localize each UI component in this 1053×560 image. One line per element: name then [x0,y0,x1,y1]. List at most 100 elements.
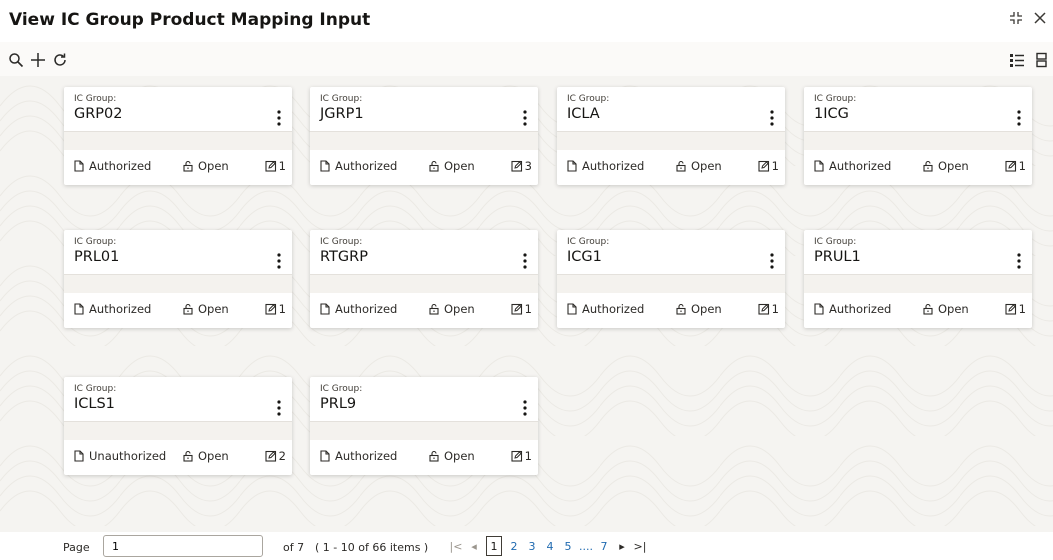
record-card[interactable]: IC Group: ICG1 Authorized Open 1 [557,230,785,328]
more-options-icon[interactable] [767,109,777,127]
record-card[interactable]: IC Group: PRL9 Authorized Open 1 [310,377,538,475]
card-field-label: IC Group: [814,237,857,247]
card-field-label: IC Group: [814,94,857,104]
record-card[interactable]: IC Group: ICLS1 Unauthorized Open 2 [64,377,292,475]
page-link[interactable]: 5 [559,536,577,556]
lock-status: Open [675,159,722,173]
status-text: Authorized [829,302,892,316]
lock-status: Open [428,449,475,463]
record-card[interactable]: IC Group: JGRP1 Authorized Open 3 [310,87,538,185]
lock-text: Open [444,302,475,316]
edit-icon [265,160,276,172]
status-badge: Authorized [73,159,151,173]
edit-icon [511,303,522,315]
more-options-icon[interactable] [274,109,284,127]
refresh-icon[interactable] [52,52,68,68]
record-card[interactable]: IC Group: ICLA Authorized Open 1 [557,87,785,185]
record-card[interactable]: IC Group: GRP02 Authorized Open 1 [64,87,292,185]
more-options-icon[interactable] [520,399,530,417]
edit-icon [758,160,769,172]
page-link[interactable]: 3 [523,536,541,556]
lock-status: Open [182,302,229,316]
edit-icon [1005,160,1016,172]
modification-count: 1 [265,159,286,173]
close-icon[interactable] [1033,11,1047,25]
lock-status: Open [428,159,475,173]
modification-count: 3 [511,159,532,173]
lock-text: Open [691,159,722,173]
record-card[interactable]: IC Group: PRUL1 Authorized Open 1 [804,230,1032,328]
lock-open-icon [923,303,933,315]
status-badge: Authorized [813,302,891,316]
card-field-value: 1ICG [814,106,849,122]
card-field-label: IC Group: [567,237,610,247]
modification-count: 1 [1005,302,1026,316]
more-options-icon[interactable] [520,109,530,127]
tile-view-icon[interactable] [1035,52,1051,68]
document-icon [567,303,577,315]
document-icon [814,303,824,315]
card-field-label: IC Group: [320,94,363,104]
document-icon [320,303,330,315]
modification-count: 2 [265,449,286,463]
more-options-icon[interactable] [274,399,284,417]
lock-text: Open [938,159,969,173]
document-icon [74,450,84,462]
card-field-value: PRUL1 [814,249,861,265]
card-divider [804,274,1032,293]
card-divider [64,274,292,293]
page-input[interactable] [103,535,263,557]
card-field-value: GRP02 [74,106,123,122]
record-card[interactable]: IC Group: RTGRP Authorized Open 1 [310,230,538,328]
window-header: View IC Group Product Mapping Input [0,0,1053,42]
page-ellipsis: .... [579,539,593,553]
current-page[interactable]: 1 [486,536,502,556]
card-footer: Authorized Open 1 [64,292,292,328]
lock-open-icon [183,450,193,462]
prev-page-button[interactable]: ◂ [465,536,483,556]
more-options-icon[interactable] [1014,109,1024,127]
lock-status: Open [922,159,969,173]
next-page-button[interactable]: ▸ [613,536,631,556]
page-link[interactable]: 7 [595,536,613,556]
item-range: ( 1 - 10 of 66 items ) [315,541,429,554]
card-field-label: IC Group: [567,94,610,104]
list-view-icon[interactable] [1009,52,1025,68]
edit-icon [511,160,522,172]
more-options-icon[interactable] [520,252,530,270]
lock-text: Open [198,449,229,463]
minimize-icon[interactable] [1009,11,1023,25]
window-controls [1009,11,1047,25]
more-options-icon[interactable] [1014,252,1024,270]
last-page-button[interactable]: >| [631,536,649,556]
modification-count: 1 [758,302,779,316]
record-card[interactable]: IC Group: PRL01 Authorized Open 1 [64,230,292,328]
record-card[interactable]: IC Group: 1ICG Authorized Open 1 [804,87,1032,185]
page-nav: |< ◂ 1 2 3 4 5 .... 7 ▸ >| [447,536,649,556]
lock-status: Open [922,302,969,316]
card-area: IC Group: GRP02 Authorized Open 1 IC Group: JG… [0,76,1053,560]
lock-status: Open [428,302,475,316]
status-text: Authorized [335,302,398,316]
card-footer: Unauthorized Open 2 [64,439,292,475]
more-options-icon[interactable] [274,252,284,270]
lock-open-icon [676,303,686,315]
more-options-icon[interactable] [767,252,777,270]
card-field-label: IC Group: [74,237,117,247]
lock-open-icon [923,160,933,172]
document-icon [567,160,577,172]
page-label: Page [63,541,90,554]
lock-text: Open [198,159,229,173]
first-page-button[interactable]: |< [447,536,465,556]
card-field-label: IC Group: [320,384,363,394]
document-icon [814,160,824,172]
lock-status: Open [182,159,229,173]
search-icon[interactable] [8,52,24,68]
add-icon[interactable] [30,52,46,68]
page-link[interactable]: 4 [541,536,559,556]
page-link[interactable]: 2 [505,536,523,556]
edit-icon [511,450,522,462]
document-icon [74,303,84,315]
card-field-value: PRL9 [320,396,357,412]
card-field-value: PRL01 [74,249,120,265]
